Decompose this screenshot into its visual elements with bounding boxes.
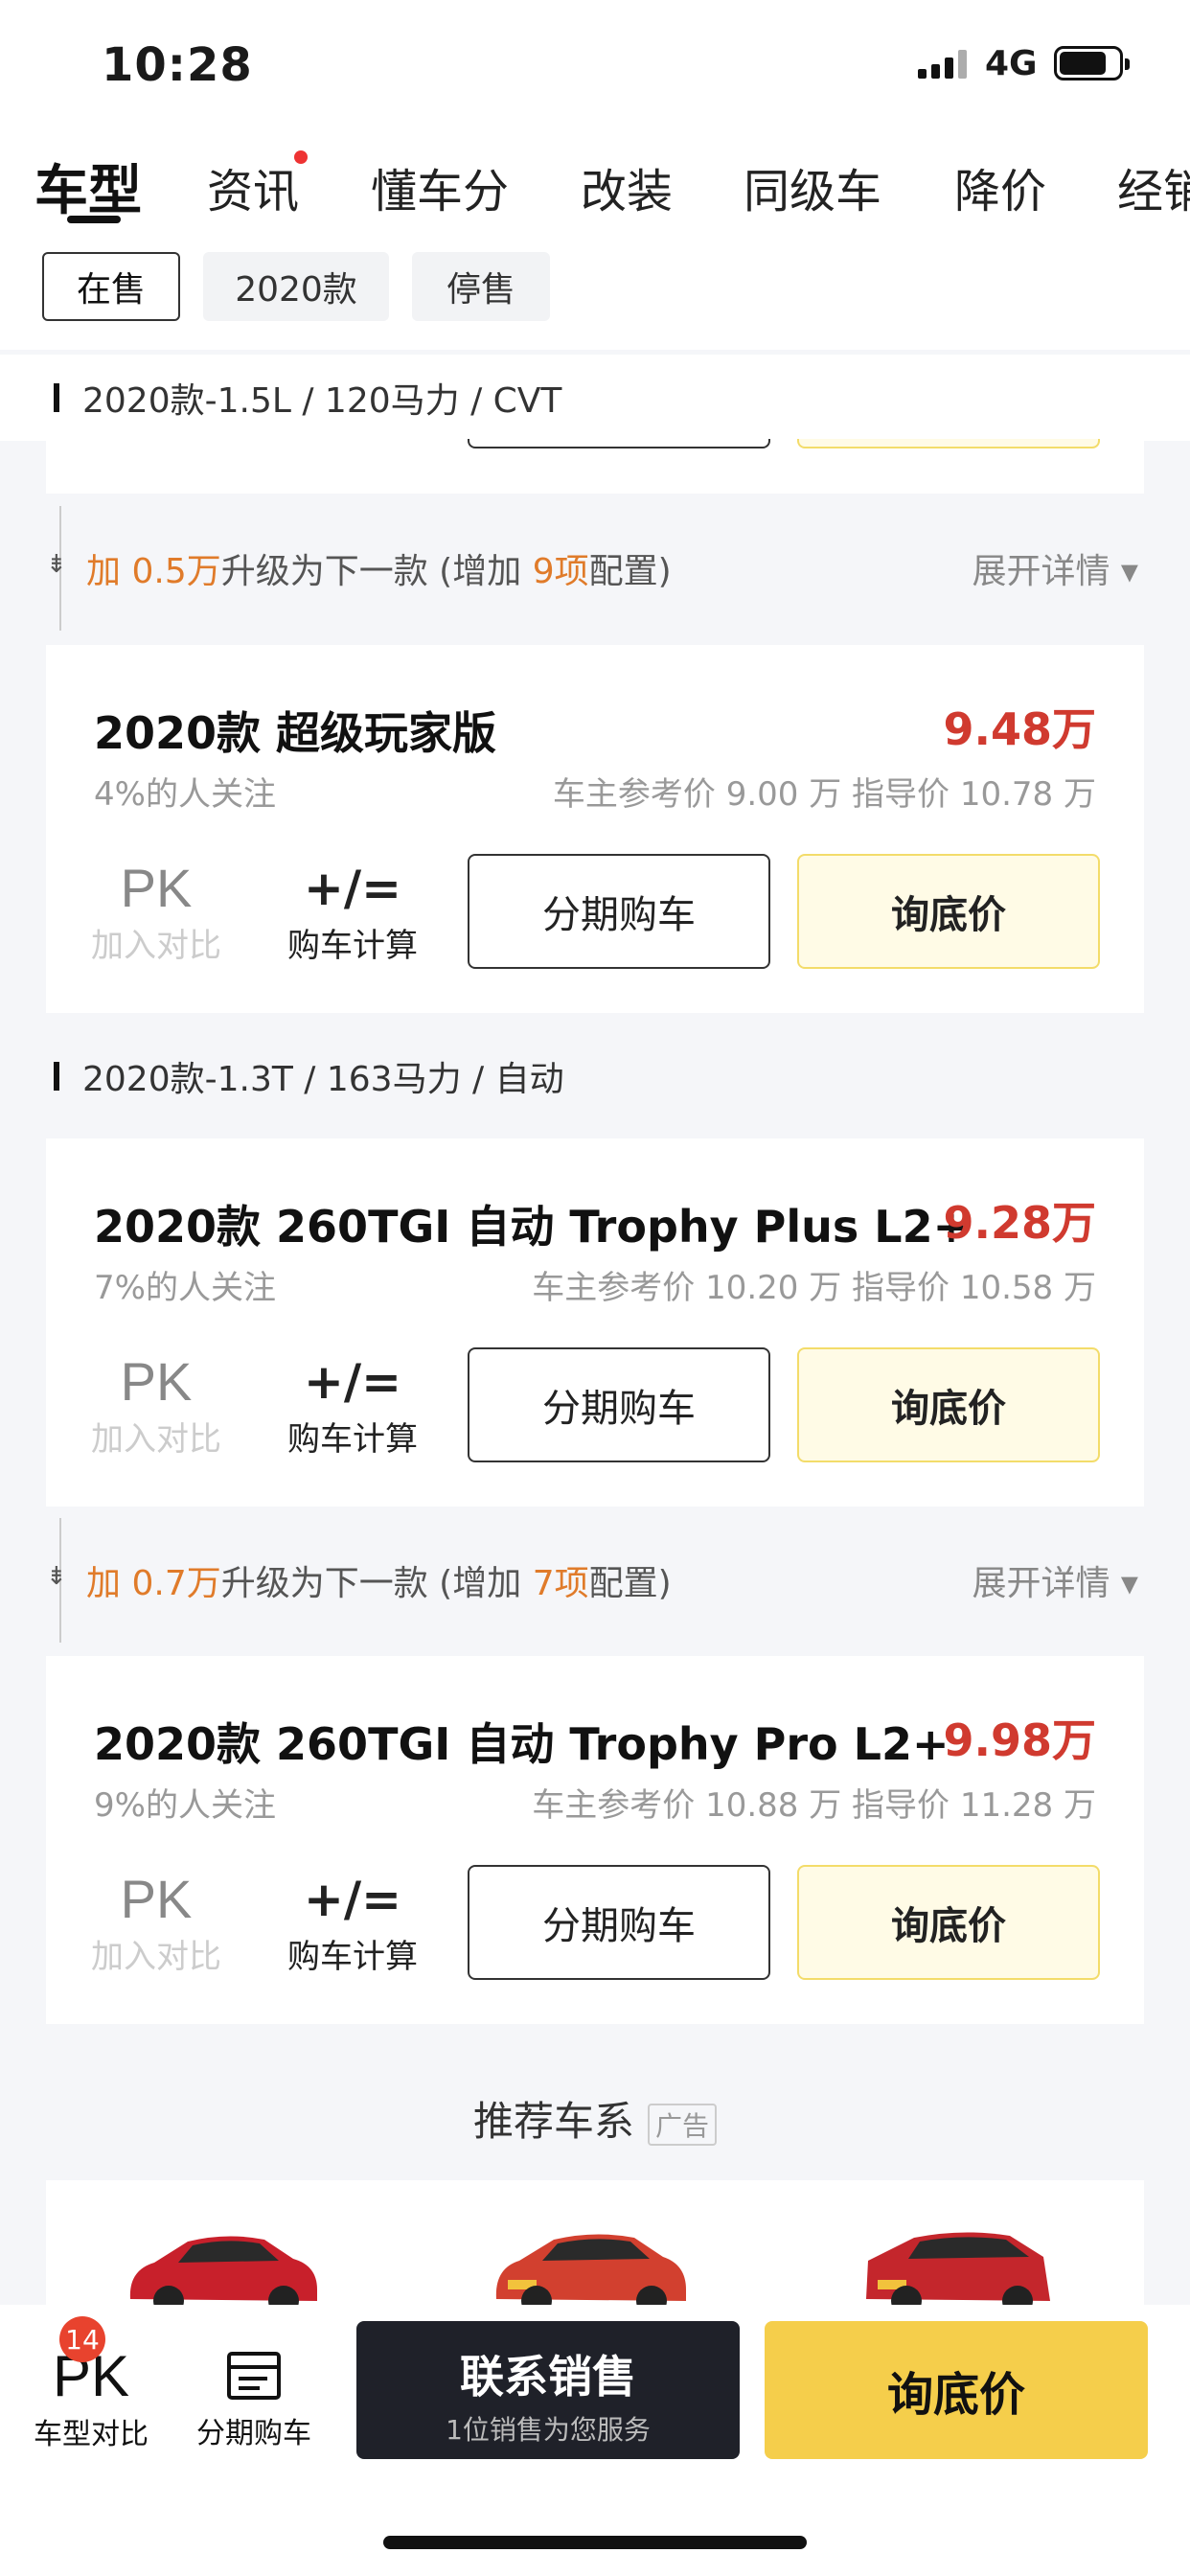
pk-icon: PK — [120, 1351, 193, 1412]
model-card: 2020款 260TGI 自动 Trophy Plus L2+ 9.28万 7%… — [46, 1138, 1144, 1506]
group-header: 2020款-1.3T / 163马力 / 自动 — [0, 1033, 1190, 1119]
tab-score[interactable]: 懂车分 — [371, 153, 509, 220]
battery-icon — [1054, 46, 1130, 80]
active-tab-underline — [67, 216, 121, 223]
recommended-car-image[interactable] — [847, 2213, 1067, 2316]
calculator-icon: +/= — [303, 861, 402, 916]
pk-icon: PK — [120, 1869, 193, 1929]
upgrade-text: 加 0.5万升级为下一款 (增加 9项配置) — [86, 552, 672, 591]
tab-price-drop[interactable]: 降价 — [954, 153, 1046, 220]
network-label: 4G — [985, 44, 1038, 83]
filter-discontinued[interactable]: 停售 — [412, 252, 550, 321]
upgrade-hint[interactable]: ⇟ 加 0.5万升级为下一款 (增加 9项配置) 展开详情 ▾ — [0, 506, 1190, 631]
tab-models[interactable]: 车型 — [34, 148, 142, 225]
news-dot-badge — [294, 150, 308, 164]
upgrade-hint[interactable]: ⇟ 加 0.7万升级为下一款 (增加 7项配置) 展开详情 ▾ — [0, 1518, 1190, 1643]
attention-rate: 4%的人关注 — [94, 775, 276, 814]
tab-competitors[interactable]: 同级车 — [744, 153, 881, 220]
calculator-icon: +/= — [303, 1354, 402, 1410]
upgrade-arrows-icon: ⇟ — [46, 1562, 67, 1591]
compare-count-badge: 14 — [59, 2316, 105, 2362]
installment-button[interactable]: 分期购车 — [468, 854, 770, 969]
tab-dealers[interactable]: 经销 — [1117, 153, 1190, 220]
model-title[interactable]: 2020款 超级玩家版 — [94, 699, 496, 762]
model-title[interactable]: 2020款 260TGI 自动 Trophy Plus L2+ — [94, 1192, 970, 1255]
group-header: 2020款-1.5L / 120马力 / CVT — [0, 355, 1190, 441]
expand-details-link[interactable]: 展开详情 ▾ — [972, 1555, 1138, 1605]
filter-2020[interactable]: 2020款 — [203, 252, 389, 321]
tab-news[interactable]: 资讯 — [207, 153, 299, 220]
quote-button[interactable]: 询底价 — [797, 1347, 1100, 1462]
upgrade-arrows-icon: ⇟ — [46, 550, 67, 579]
filter-on-sale[interactable]: 在售 — [42, 252, 180, 321]
status-time: 10:28 — [102, 38, 253, 92]
ad-badge: 广告 — [648, 2103, 718, 2146]
quote-button[interactable]: 询底价 — [797, 854, 1100, 969]
reference-price: 车主参考价 9.00 万 指导价 10.78 万 — [552, 775, 1096, 814]
top-tab-bar: 车型 资讯 懂车分 改装 同级车 降价 经销 — [0, 134, 1190, 235]
contact-sales-button[interactable]: 联系销售 1位销售为您服务 — [356, 2321, 740, 2459]
signal-icon — [918, 50, 967, 79]
sale-status-filter: 在售 2020款 停售 — [0, 235, 1190, 350]
add-compare-button[interactable]: PK 加入对比 — [84, 1869, 228, 1977]
recommend-list — [46, 2180, 1144, 2316]
reference-price: 车主参考价 10.88 万 指导价 11.28 万 — [532, 1786, 1096, 1825]
model-card: 2020款 260TGI 自动 Trophy Pro L2+ 9.98万 9%的… — [46, 1656, 1144, 2024]
attention-rate: 9%的人关注 — [94, 1786, 276, 1825]
calculator-button[interactable]: +/= 购车计算 — [266, 1869, 439, 1977]
recommended-car-image[interactable] — [479, 2213, 699, 2316]
model-price: 9.48万 — [943, 703, 1097, 755]
bottom-action-bar: PK 车型对比 14 分期购车 联系销售 1位销售为您服务 询底价 — [0, 2305, 1190, 2576]
quote-button-partial[interactable] — [797, 439, 1100, 448]
add-compare-button[interactable]: PK 加入对比 — [84, 1351, 228, 1460]
recommend-heading: 推荐车系 广告 — [0, 2089, 1190, 2148]
installment-button[interactable]: 分期购车 — [468, 1865, 770, 1980]
quote-button[interactable]: 询底价 — [797, 1865, 1100, 1980]
model-card-partial — [46, 439, 1144, 494]
model-title[interactable]: 2020款 260TGI 自动 Trophy Pro L2+ — [94, 1710, 950, 1773]
bottom-installment-button[interactable]: 分期购车 — [182, 2343, 326, 2451]
model-price: 9.28万 — [943, 1197, 1097, 1249]
calculator-icon: +/= — [303, 1872, 402, 1927]
status-bar: 10:28 4G — [0, 0, 1190, 134]
installment-button[interactable]: 分期购车 — [468, 1347, 770, 1462]
upgrade-text: 加 0.7万升级为下一款 (增加 7项配置) — [86, 1564, 672, 1603]
installment-doc-icon — [227, 2352, 281, 2400]
calculator-button[interactable]: +/= 购车计算 — [266, 858, 439, 966]
model-price: 9.98万 — [943, 1714, 1097, 1766]
pk-icon: PK — [120, 858, 193, 918]
bottom-quote-button[interactable]: 询底价 — [765, 2321, 1148, 2459]
model-card: 2020款 超级玩家版 9.48万 4%的人关注 车主参考价 9.00 万 指导… — [46, 645, 1144, 1013]
calculator-button[interactable]: +/= 购车计算 — [266, 1351, 439, 1460]
add-compare-button[interactable]: PK 加入对比 — [84, 858, 228, 966]
recommended-car-image[interactable] — [111, 2213, 332, 2316]
attention-rate: 7%的人关注 — [94, 1269, 276, 1307]
tab-modify[interactable]: 改装 — [581, 153, 673, 220]
expand-details-link[interactable]: 展开详情 ▾ — [972, 543, 1138, 593]
reference-price: 车主参考价 10.20 万 指导价 10.58 万 — [532, 1269, 1096, 1307]
home-indicator[interactable] — [383, 2536, 807, 2549]
recommend-title: 推荐车系 — [472, 2098, 634, 2145]
installment-button-partial[interactable] — [468, 439, 770, 448]
